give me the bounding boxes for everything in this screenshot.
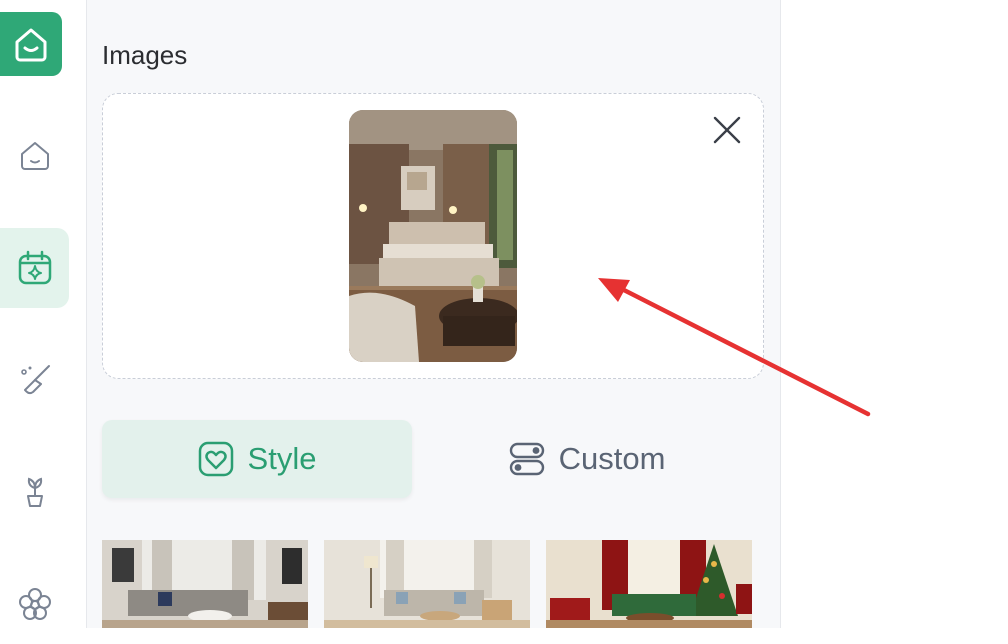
style-thumbnail[interactable] — [102, 540, 308, 628]
settings-panel: Images Style Custom — [87, 0, 781, 628]
living-room-scandi-photo — [324, 540, 530, 628]
broom-icon — [20, 365, 50, 395]
sidebar-item-plant[interactable] — [0, 452, 69, 532]
sidebar-item-home[interactable] — [0, 116, 69, 196]
tab-custom-label: Custom — [558, 441, 666, 476]
app-logo[interactable] — [0, 12, 62, 76]
living-room-modern-photo — [102, 540, 308, 628]
calendar-sparkle-icon — [18, 250, 51, 285]
tab-custom[interactable]: Custom — [432, 420, 742, 498]
sidebar-item-clean[interactable] — [0, 340, 69, 420]
living-room-christmas-photo — [546, 540, 752, 628]
tab-style[interactable]: Style — [102, 420, 412, 498]
close-icon — [713, 116, 741, 144]
flower-icon — [18, 588, 51, 620]
images-title: Images — [102, 40, 188, 70]
sidebar-item-flower[interactable] — [0, 564, 69, 644]
tab-style-label: Style — [247, 441, 317, 476]
remove-image-button[interactable] — [711, 114, 743, 146]
bedroom-photo — [349, 110, 517, 362]
style-thumbnail[interactable] — [546, 540, 752, 628]
sidebar — [0, 0, 87, 628]
heart-frame-icon — [198, 441, 233, 477]
right-workspace — [781, 0, 1008, 628]
sidebar-item-calendar[interactable] — [0, 228, 69, 308]
toggle-icon — [509, 442, 544, 476]
home-smile-icon — [15, 28, 47, 62]
home-icon — [20, 142, 49, 170]
image-dropzone[interactable] — [102, 93, 764, 379]
plant-icon — [26, 477, 43, 507]
uploaded-image-preview[interactable] — [349, 110, 517, 362]
style-thumbnail[interactable] — [324, 540, 530, 628]
